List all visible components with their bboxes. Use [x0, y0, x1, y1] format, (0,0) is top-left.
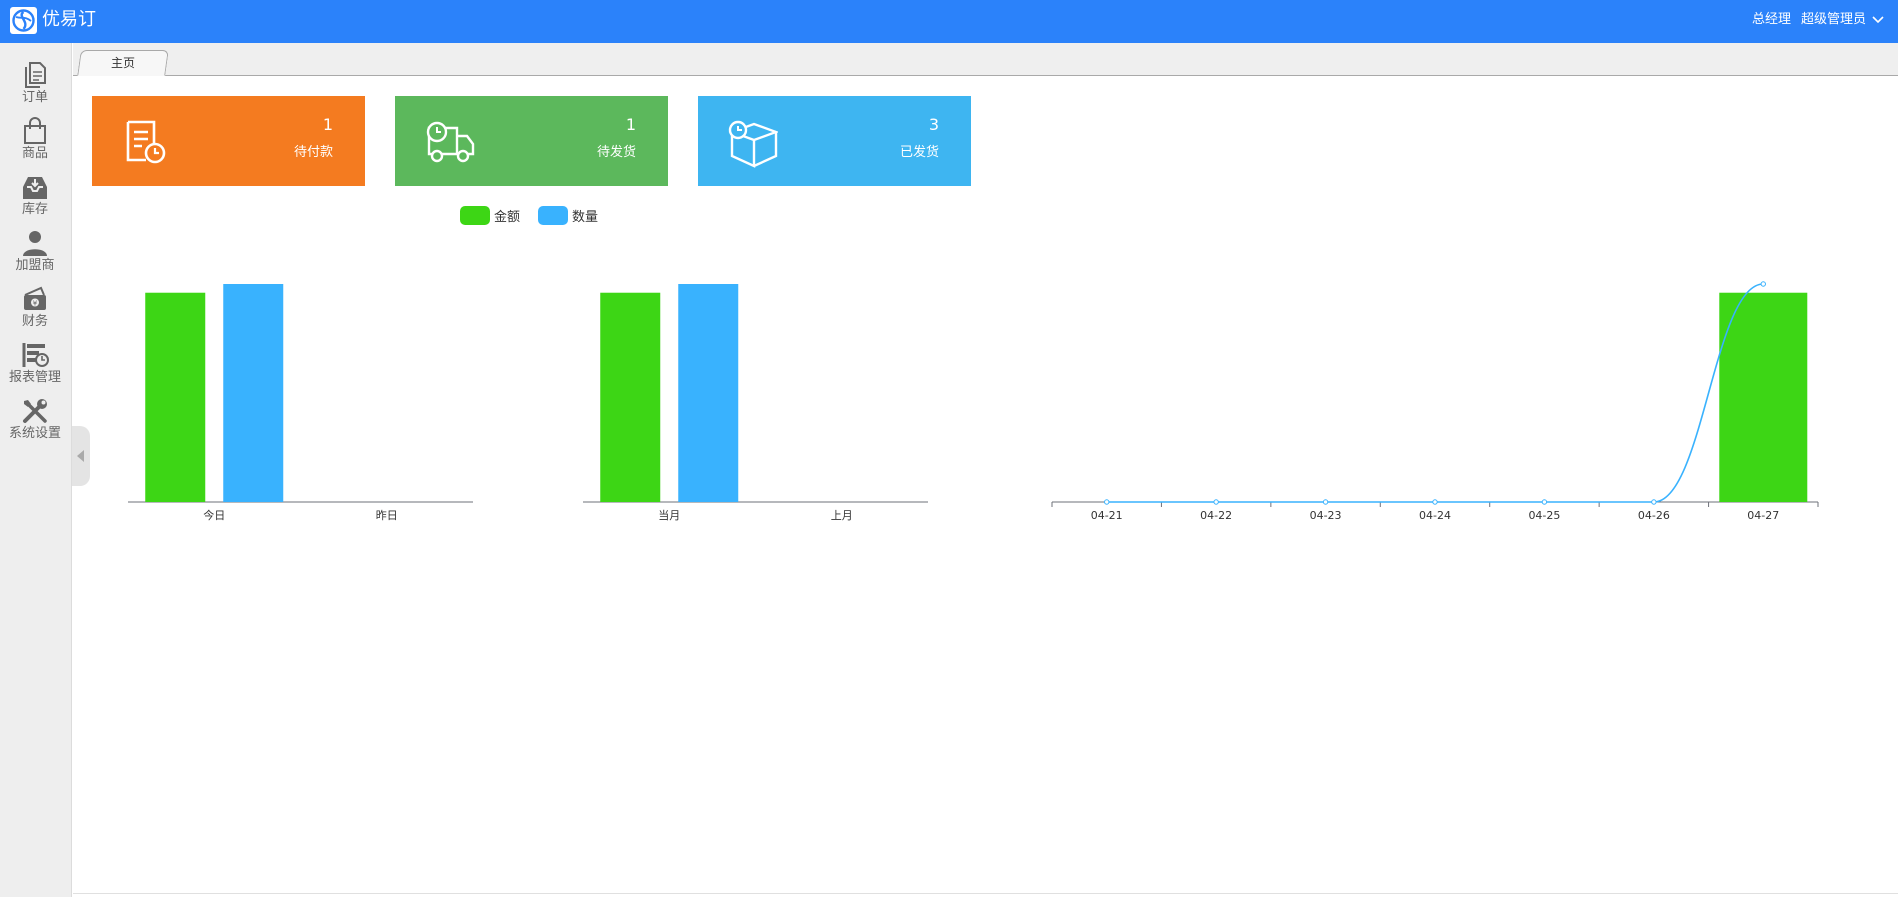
- x-tick-label: 04-23: [1310, 509, 1342, 522]
- sidebar-item-label: 财务: [21, 314, 48, 329]
- sidebar-item-products[interactable]: 商品: [0, 107, 70, 163]
- chart-legend: 金额 数量: [460, 206, 616, 225]
- tools-icon: [23, 399, 47, 423]
- x-tick-label: 04-24: [1419, 509, 1451, 522]
- report-icon: [22, 343, 49, 367]
- app-title: 优易订: [42, 9, 96, 30]
- sidebar-item-label: 订单: [21, 90, 48, 105]
- user-icon: [23, 231, 47, 256]
- inbox-icon: [23, 177, 47, 199]
- line-point-04-22[interactable]: [1213, 499, 1219, 505]
- legend-item-amount[interactable]: 金额: [460, 206, 520, 225]
- x-tick-label: 上月: [831, 509, 853, 522]
- sidebar-item-label: 库存: [21, 202, 48, 217]
- legend-label: 金额: [494, 210, 521, 225]
- bar-数量-今日[interactable]: [223, 284, 284, 502]
- card-label: 待付款: [293, 145, 333, 160]
- sidebar-item-orders[interactable]: 订单: [0, 51, 70, 107]
- x-tick-label: 今日: [203, 508, 225, 522]
- line-point-04-21[interactable]: [1104, 499, 1110, 505]
- line-series-数量: [1106, 283, 1764, 503]
- bar-金额-今日[interactable]: [145, 292, 206, 502]
- monthly-bar-chart: 当月 上月: [583, 284, 928, 522]
- card-count: 3: [928, 115, 939, 134]
- bar-金额-04-27[interactable]: [1719, 292, 1808, 502]
- sidebar-item-label: 系统设置: [8, 426, 61, 441]
- card-label: 待发货: [596, 145, 636, 160]
- card-count: 1: [625, 115, 636, 134]
- legend-swatch: [538, 206, 569, 225]
- sidebar-item-franchisees[interactable]: 加盟商: [0, 219, 70, 275]
- sidebar-item-label: 报表管理: [8, 370, 61, 385]
- x-tick-label: 当月: [658, 508, 680, 522]
- sidebar-item-finance[interactable]: ¥ 财务: [0, 275, 70, 331]
- legend-item-quantity[interactable]: 数量: [538, 206, 598, 225]
- line-point-04-24[interactable]: [1432, 499, 1438, 505]
- package-clock-icon: [728, 120, 778, 168]
- invoice-clock-icon: [126, 120, 166, 164]
- header-user-area: 总经理 超级管理员: [1752, 11, 1884, 29]
- role-label: 总经理: [1751, 12, 1791, 27]
- card-count: 1: [322, 115, 333, 134]
- sidebar-item-reports[interactable]: 报表管理: [0, 331, 70, 387]
- sidebar-item-label: 加盟商: [15, 258, 55, 273]
- user-name: 超级管理员: [1800, 12, 1866, 27]
- line-point-04-27[interactable]: [1760, 281, 1766, 287]
- x-tick-label: 04-27: [1747, 509, 1779, 522]
- chevron-down-icon: [1872, 16, 1884, 24]
- tab-home[interactable]: 主页: [77, 50, 169, 76]
- legend-swatch: [460, 206, 490, 225]
- weekly-trend-chart: 04-21 04-22 04-23 04-24 04-25 04-26 04-27: [1051, 281, 1819, 522]
- x-tick-label: 04-22: [1200, 509, 1232, 522]
- legend-label: 数量: [572, 210, 599, 225]
- x-tick-label: 04-25: [1528, 509, 1560, 522]
- svg-text:¥: ¥: [33, 300, 38, 308]
- delivery-truck-icon: [426, 121, 475, 163]
- top-bar: 优易订 总经理 超级管理员: [0, 0, 1898, 43]
- sidebar-collapse-handle[interactable]: [72, 426, 90, 486]
- sidebar-item-label: 商品: [21, 146, 48, 161]
- x-tick-label: 04-21: [1091, 509, 1123, 522]
- sidebar-item-inventory[interactable]: 库存: [0, 163, 70, 219]
- shopping-bag-icon: [24, 117, 46, 144]
- chevron-left-icon: [77, 450, 84, 462]
- tab-label: 主页: [110, 56, 135, 70]
- bar-数量-当月[interactable]: [678, 284, 739, 502]
- daily-bar-chart: 今日 昨日: [128, 284, 473, 522]
- line-point-04-23[interactable]: [1322, 499, 1329, 505]
- x-tick-label: 昨日: [376, 509, 398, 522]
- pending-shipment-card[interactable]: 1 待发货: [395, 96, 668, 186]
- pending-payment-card[interactable]: 1 待付款: [92, 96, 365, 186]
- app-logo-icon: [10, 7, 37, 34]
- sidebar-item-settings[interactable]: 系统设置: [0, 387, 70, 443]
- document-icon: [25, 62, 46, 88]
- bottom-divider: [73, 893, 1898, 894]
- tab-strip: 主页: [73, 43, 1898, 76]
- money-icon: ¥: [24, 286, 46, 310]
- card-label: 已发货: [899, 145, 939, 160]
- x-tick-label: 04-26: [1638, 509, 1670, 522]
- bar-金额-当月[interactable]: [600, 292, 661, 502]
- sidebar: 订单 商品 库存 加盟商 ¥ 财务 报表管理 系统设置: [0, 43, 72, 897]
- line-point-04-25[interactable]: [1541, 499, 1548, 505]
- line-point-04-26[interactable]: [1651, 499, 1657, 505]
- shipped-card[interactable]: 3 已发货: [698, 96, 971, 186]
- user-menu[interactable]: 超级管理员: [1801, 11, 1884, 29]
